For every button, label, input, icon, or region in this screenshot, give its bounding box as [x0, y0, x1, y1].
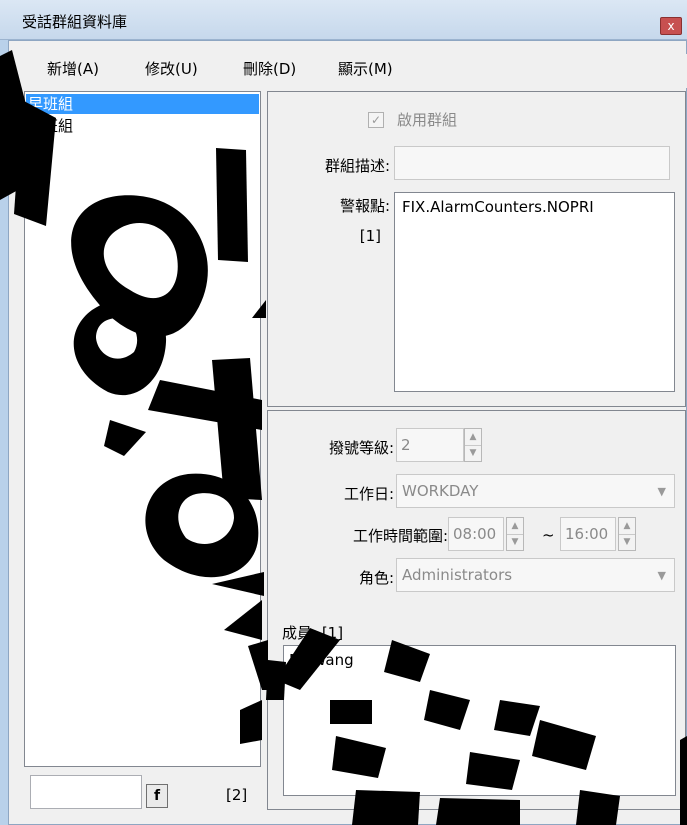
- work-time-label: 工作時間範圍:: [352, 527, 448, 545]
- dial-level-label: 撥號等級:: [328, 439, 394, 457]
- find-input[interactable]: [30, 775, 142, 809]
- workday-select[interactable]: WORKDAY ▼: [396, 474, 675, 508]
- arrow-up-icon[interactable]: ▲: [619, 518, 635, 535]
- role-label: 角色:: [358, 569, 394, 587]
- time-end-field[interactable]: 16:00: [560, 517, 616, 551]
- list-item[interactable]: 晚班組: [26, 116, 259, 136]
- arrow-down-icon[interactable]: ▼: [619, 534, 635, 550]
- chevron-down-icon[interactable]: ▼: [658, 485, 666, 498]
- window-title: 受話群組資料庫: [22, 13, 128, 31]
- enable-group-label: 啟用群組: [397, 111, 458, 129]
- time-start-field[interactable]: 08:00: [448, 517, 504, 551]
- members-label: 成員: [1]: [282, 624, 344, 642]
- list-item[interactable]: FIX.AlarmCounters.NOPRI: [402, 198, 594, 216]
- arrow-down-icon[interactable]: ▼: [465, 445, 481, 461]
- menu-delete[interactable]: 刪除(D): [243, 58, 296, 79]
- alarm-points-label: 警報點:: [339, 197, 390, 215]
- menu-edit[interactable]: 修改(U): [145, 58, 198, 79]
- menu-add[interactable]: 新增(A): [47, 58, 99, 79]
- group-count: [2]: [226, 786, 248, 804]
- arrow-up-icon[interactable]: ▲: [507, 518, 523, 535]
- alarm-points-list[interactable]: [394, 192, 675, 392]
- list-item[interactable]: Mr.Wang: [289, 651, 354, 669]
- enable-group-checkbox[interactable]: ✓: [368, 112, 384, 128]
- arrow-up-icon[interactable]: ▲: [465, 429, 481, 446]
- close-button[interactable]: x: [660, 17, 682, 35]
- description-label: 群組描述:: [324, 157, 390, 175]
- chevron-down-icon[interactable]: ▼: [658, 569, 666, 582]
- description-field[interactable]: [394, 146, 670, 180]
- list-item[interactable]: 早班組: [26, 94, 259, 114]
- workday-label: 工作日:: [343, 485, 394, 503]
- dial-level-field[interactable]: 2: [396, 428, 464, 462]
- time-separator: ~: [542, 526, 555, 544]
- time-end-stepper[interactable]: ▲ ▼: [618, 517, 636, 551]
- arrow-down-icon[interactable]: ▼: [507, 534, 523, 550]
- role-select[interactable]: Administrators ▼: [396, 558, 675, 592]
- alarm-count: [1]: [359, 227, 381, 245]
- dial-level-stepper[interactable]: ▲ ▼: [464, 428, 482, 462]
- group-list[interactable]: [24, 91, 261, 810]
- find-button[interactable]: f: [146, 784, 168, 808]
- time-start-stepper[interactable]: ▲ ▼: [506, 517, 524, 551]
- menu-view[interactable]: 顯示(M): [338, 58, 393, 79]
